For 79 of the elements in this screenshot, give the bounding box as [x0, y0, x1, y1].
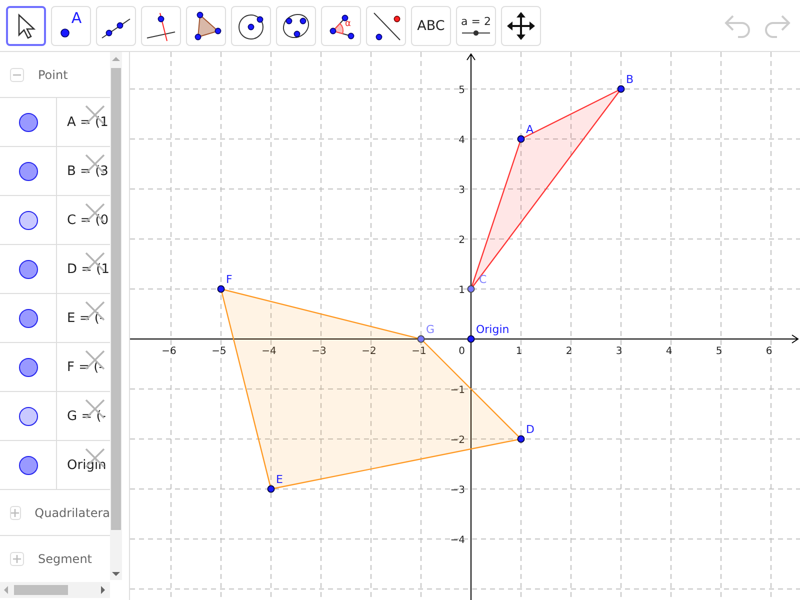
axis-label: −3	[312, 346, 326, 357]
point[interactable]	[617, 85, 625, 93]
graphics-view[interactable]: −6 −5 −4 −3 −2 −1 1 2 3 4 5 6 5 4 3 2 1 −1 −2 −3 −4 0 A B C D E F G Origin	[130, 52, 800, 600]
perpendicular-tool-button[interactable]	[141, 6, 181, 46]
point-tool-button[interactable]: A	[51, 6, 91, 46]
scrollbar-thumb[interactable]	[14, 585, 68, 595]
axis-label: −1	[412, 346, 426, 357]
axis-label: 5	[458, 85, 465, 96]
axis-label: −2	[450, 435, 465, 446]
axis-label: −4	[262, 346, 276, 357]
group-title: Segment	[38, 552, 92, 566]
visibility-toggle[interactable]	[18, 260, 38, 278]
axis-label: 5	[716, 346, 722, 357]
point[interactable]	[517, 435, 525, 443]
axis-label: 6	[766, 346, 772, 357]
group-title: Point	[38, 68, 68, 82]
point-label: F	[226, 273, 232, 286]
point-label: A	[526, 123, 534, 136]
visibility-toggle[interactable]	[18, 406, 38, 426]
visibility-toggle[interactable]	[18, 162, 38, 180]
vertical-scrollbar[interactable]	[110, 52, 122, 580]
axis-label: −4	[450, 535, 465, 546]
scroll-right-icon	[100, 586, 106, 594]
visibility-toggle[interactable]	[18, 112, 38, 132]
point-label: G	[426, 323, 435, 336]
group-title: Quadrilatera	[34, 506, 110, 520]
scroll-left-icon	[3, 586, 9, 594]
expand-toggle[interactable]	[10, 552, 24, 566]
slider-icon	[461, 30, 491, 36]
move-view-tool-button[interactable]	[501, 6, 541, 46]
axis-label: 1	[516, 346, 522, 357]
four-way-arrow-icon	[505, 10, 537, 42]
expand-toggle[interactable]	[10, 506, 21, 520]
collapse-toggle[interactable]	[10, 68, 24, 82]
point-label: E	[276, 473, 283, 486]
polygon-tool-button[interactable]	[186, 6, 226, 46]
axis-label: 3	[458, 185, 465, 196]
point[interactable]	[467, 335, 475, 343]
scroll-up-icon	[112, 56, 120, 62]
slider-tool-button[interactable]: a = 2	[456, 6, 496, 46]
axis-label: −6	[162, 346, 176, 357]
conic-tool-button[interactable]	[276, 6, 316, 46]
text-tool-button[interactable]: ABC	[411, 6, 451, 46]
visibility-toggle[interactable]	[18, 210, 38, 230]
point[interactable]	[267, 485, 275, 493]
axis-label: −1	[450, 385, 465, 396]
visibility-toggle[interactable]	[18, 358, 38, 376]
axis-label: 3	[616, 346, 622, 357]
point-label: Origin	[476, 323, 510, 336]
circle-tool-button[interactable]	[231, 6, 271, 46]
point[interactable]	[217, 285, 225, 293]
scroll-down-icon	[112, 571, 120, 577]
plus-icon	[13, 554, 21, 562]
visibility-toggle[interactable]	[18, 308, 38, 328]
delete-icon[interactable]	[84, 398, 106, 420]
axis-label: 4	[458, 135, 465, 146]
point-icon	[60, 28, 70, 38]
line-tool-button[interactable]	[96, 6, 136, 46]
axis-label: 4	[666, 346, 672, 357]
move-tool-button[interactable]	[6, 6, 46, 46]
point-label: D	[526, 423, 534, 436]
point-label: B	[626, 73, 634, 86]
plus-icon	[11, 508, 20, 516]
axis-label: 2	[458, 235, 465, 246]
point[interactable]	[517, 135, 525, 143]
point-label: C	[479, 273, 487, 286]
axis-label: 1	[458, 285, 465, 296]
axis-label: −3	[450, 485, 465, 496]
point[interactable]	[417, 335, 425, 343]
axis-label: 2	[566, 346, 572, 357]
point[interactable]	[467, 285, 475, 293]
axis-label: −5	[212, 346, 226, 357]
axis-label: 0	[458, 346, 465, 357]
reflect-tool-button[interactable]	[366, 6, 406, 46]
visibility-toggle[interactable]	[18, 456, 38, 474]
angle-tool-button[interactable]: α	[321, 6, 361, 46]
scrollbar-thumb[interactable]	[111, 68, 121, 530]
horizontal-scrollbar[interactable]	[0, 582, 110, 598]
axis-label: −2	[362, 346, 376, 357]
